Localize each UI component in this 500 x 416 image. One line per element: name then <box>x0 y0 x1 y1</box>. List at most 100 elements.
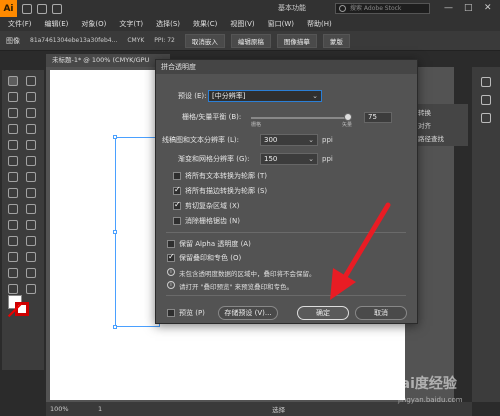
selection-tool-icon[interactable] <box>8 76 18 86</box>
right-dock <box>472 67 500 402</box>
magic-wand-tool-icon[interactable] <box>8 92 18 102</box>
resize-handle[interactable] <box>113 230 117 234</box>
rotate-tool-icon[interactable] <box>8 172 18 182</box>
line-tool-icon[interactable] <box>26 124 36 134</box>
cancel-button[interactable]: 取消 <box>355 306 407 320</box>
gradient-unit: ppi <box>322 155 333 163</box>
convert-strokes-label: 将所有描边转换为轮廓 (S) <box>185 187 268 195</box>
shape-builder-tool-icon[interactable] <box>8 204 18 214</box>
menu-window[interactable]: 窗口(W) <box>268 19 294 29</box>
panel-transform[interactable]: 转换 <box>418 107 431 117</box>
raster-end-label: 栅格 <box>251 122 262 128</box>
stock-icon[interactable] <box>37 3 47 14</box>
panel-align[interactable]: 对齐 <box>418 120 431 130</box>
search-input[interactable]: 搜索 Adobe Stock <box>335 3 430 14</box>
panel-pathfinder[interactable]: 路径查找 <box>418 133 444 143</box>
zoom-level[interactable]: 100% <box>50 405 74 413</box>
symbol-sprayer-tool-icon[interactable] <box>8 252 18 262</box>
clip-complex-label: 剪切复杂区域 (X) <box>185 202 240 210</box>
eyedropper-tool-icon[interactable] <box>8 236 18 246</box>
resize-handle[interactable] <box>113 135 117 139</box>
pen-tool-icon[interactable] <box>8 108 18 118</box>
divider <box>166 295 406 296</box>
gradient-tool-icon[interactable] <box>26 220 36 230</box>
vector-end-label: 矢量 <box>342 122 353 128</box>
blend-tool-icon[interactable] <box>26 236 36 246</box>
menu-type[interactable]: 文字(T) <box>119 19 143 29</box>
preserve-overprint-checkbox[interactable] <box>167 252 175 262</box>
menu-select[interactable]: 选择(S) <box>156 19 180 29</box>
menu-help[interactable]: 帮助(H) <box>307 19 332 29</box>
arrange-documents-icon[interactable] <box>52 3 62 14</box>
minimize-button[interactable]: — <box>444 3 453 13</box>
graph-tool-icon[interactable] <box>26 252 36 262</box>
tools-panel <box>2 70 44 370</box>
artboard-number[interactable]: 1 <box>98 405 102 413</box>
anti-alias-label: 消除栅格锯齿 (N) <box>185 217 240 225</box>
maximize-button[interactable]: □ <box>464 3 473 13</box>
close-window-button[interactable]: ✕ <box>484 3 492 13</box>
perspective-grid-tool-icon[interactable] <box>26 204 36 214</box>
save-preset-button[interactable]: 存储预设 (V)... <box>218 306 278 320</box>
preset-select[interactable]: [中分辨率] ⌄ <box>208 90 322 102</box>
ok-button[interactable]: 确定 <box>297 306 349 320</box>
linked-filename[interactable]: 81a7461304ebe13a30feb4... <box>30 37 117 44</box>
scale-tool-icon[interactable] <box>26 172 36 182</box>
lineart-unit: ppi <box>322 136 333 144</box>
convert-strokes-checkbox[interactable] <box>173 185 181 195</box>
edit-original-button[interactable]: 编辑原稿 <box>230 33 271 48</box>
convert-text-checkbox[interactable] <box>173 172 181 180</box>
balance-input[interactable]: 75 <box>364 112 392 123</box>
illustrator-logo: Ai <box>0 0 17 17</box>
mask-button[interactable]: 蒙版 <box>322 33 350 48</box>
type-tool-icon[interactable] <box>8 124 18 134</box>
menu-object[interactable]: 对象(O) <box>81 19 106 29</box>
info-icon: i <box>167 268 175 276</box>
image-trace-button[interactable]: 图像描摹 <box>276 33 317 48</box>
slice-tool-icon[interactable] <box>26 268 36 278</box>
properties-panel-icon[interactable] <box>481 77 491 87</box>
workspace-switcher[interactable]: 基本功能 <box>278 3 306 13</box>
anti-alias-checkbox[interactable] <box>173 217 181 225</box>
preserve-overprint-label: 保留叠印和专色 (O) <box>179 254 242 262</box>
raster-vector-slider[interactable] <box>251 117 351 119</box>
curvature-tool-icon[interactable] <box>26 108 36 118</box>
bridge-icon[interactable] <box>22 3 32 14</box>
watermark-logo: Bai度经验 <box>390 376 457 392</box>
gradient-resolution-value: 150 <box>264 155 278 163</box>
lasso-tool-icon[interactable] <box>26 92 36 102</box>
document-tab[interactable]: 未标题-1* @ 100% (CMYK/GPU <box>46 54 170 67</box>
lineart-resolution-select[interactable]: 300 ⌄ <box>260 134 318 146</box>
divider <box>166 232 406 233</box>
menu-file[interactable]: 文件(F) <box>8 19 32 29</box>
artboard-tool-icon[interactable] <box>8 268 18 278</box>
menu-view[interactable]: 视图(V) <box>230 19 254 29</box>
paintbrush-tool-icon[interactable] <box>26 140 36 150</box>
width-tool-icon[interactable] <box>8 188 18 198</box>
ellipse-tool-icon[interactable] <box>8 140 18 150</box>
convert-text-label: 将所有文本转换为轮廓 (T) <box>185 172 267 180</box>
selected-image-bounds[interactable] <box>115 137 160 327</box>
free-transform-tool-icon[interactable] <box>26 188 36 198</box>
eraser-tool-icon[interactable] <box>26 156 36 166</box>
resize-handle[interactable] <box>113 325 117 329</box>
direct-selection-tool-icon[interactable] <box>26 76 36 86</box>
gradient-resolution-select[interactable]: 150 ⌄ <box>260 153 318 165</box>
status-mode[interactable]: 选择 <box>272 404 285 414</box>
menu-bar: 文件(F) 编辑(E) 对象(O) 文字(T) 选择(S) 效果(C) 视图(V… <box>0 17 500 31</box>
layers-panel-icon[interactable] <box>481 95 491 105</box>
menu-effect[interactable]: 效果(C) <box>193 19 217 29</box>
lineart-resolution-value: 300 <box>264 136 278 144</box>
libraries-panel-icon[interactable] <box>481 113 491 123</box>
preview-checkbox[interactable] <box>167 309 175 317</box>
unembed-button[interactable]: 取消嵌入 <box>184 33 225 48</box>
chevron-down-icon: ⌄ <box>312 92 318 100</box>
menu-edit[interactable]: 编辑(E) <box>45 19 69 29</box>
mesh-tool-icon[interactable] <box>8 220 18 230</box>
hand-tool-icon[interactable] <box>8 284 18 294</box>
shaper-tool-icon[interactable] <box>8 156 18 166</box>
slider-handle[interactable] <box>344 113 352 121</box>
preserve-alpha-checkbox[interactable] <box>167 240 175 248</box>
zoom-tool-icon[interactable] <box>26 284 36 294</box>
clip-complex-checkbox[interactable] <box>173 200 181 210</box>
